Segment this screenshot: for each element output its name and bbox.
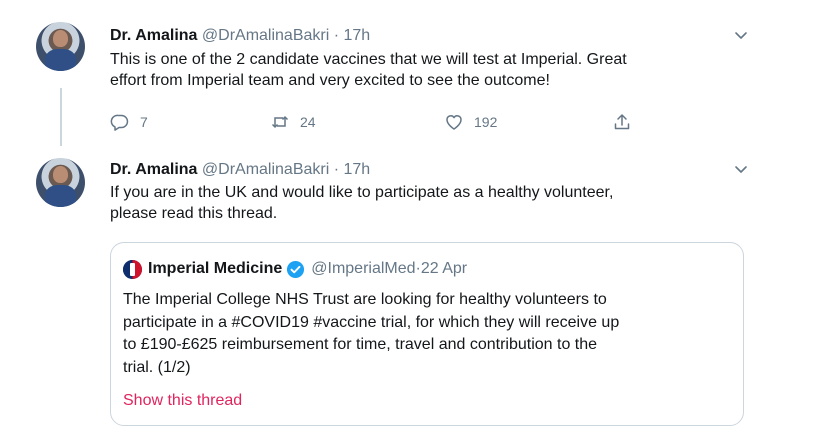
display-name[interactable]: Dr. Amalina [110,27,197,44]
tweet-text-line: please read this thread. [110,205,278,222]
reply-count: 7 [140,114,148,130]
quoted-tweet[interactable]: Imperial Medicine @ImperialMed · 22 Apr … [110,242,744,426]
like-button[interactable]: 192 [444,112,497,132]
user-handle[interactable]: @DrAmalinaBakri [202,161,329,178]
thread-connector [60,88,62,146]
display-name[interactable]: Dr. Amalina [110,161,197,178]
share-button[interactable] [612,112,642,132]
tweet-text-line: effort from Imperial team and very excit… [110,72,550,89]
reply-button[interactable]: 7 [110,112,148,132]
quoted-user-handle[interactable]: @ImperialMed [311,260,415,278]
retweet-icon [271,116,289,128]
chevron-down-icon[interactable] [733,161,749,177]
avatar[interactable] [36,158,85,207]
separator: · [329,27,344,44]
tweet-text: This is one of the 2 candidate vaccines … [110,49,627,91]
like-count: 192 [474,114,498,130]
tweet-header: Dr. Amalina @DrAmalinaBakri · 17h [110,160,370,180]
tweet-text: If you are in the UK and would like to p… [110,182,613,224]
heart-icon [446,115,462,130]
show-thread-link[interactable]: Show this thread [123,392,242,410]
imperial-logo[interactable] [123,259,142,279]
tweet-text-line: This is one of the 2 candidate vaccines … [110,51,627,68]
quoted-text-line: The Imperial College NHS Trust are looki… [123,291,607,308]
timestamp[interactable]: 17h [344,161,371,178]
retweet-count: 24 [300,114,316,130]
tweet-header: Dr. Amalina @DrAmalinaBakri · 17h [110,26,370,46]
quoted-text-line: trial. (1/2) [123,358,191,376]
tweet-actions: 7 24 192 [110,112,670,132]
quoted-display-name[interactable]: Imperial Medicine [148,260,282,278]
reply-icon [110,114,129,131]
tweet-text-line: If you are in the UK and would like to p… [110,184,614,201]
verified-badge-icon [287,260,305,278]
quoted-tweet-header: Imperial Medicine @ImperialMed · 22 Apr [123,259,467,279]
timestamp[interactable]: 17h [344,27,371,44]
share-icon [614,114,630,130]
separator: · [329,161,344,178]
retweet-button[interactable]: 24 [270,112,316,132]
avatar[interactable] [36,22,85,71]
chevron-down-icon[interactable] [733,27,749,43]
user-handle[interactable]: @DrAmalinaBakri [202,27,329,44]
quoted-text-line: participate in a #COVID19 #vaccine trial… [123,313,620,331]
quoted-text-line: to £190-£625 reimbursement for time, tra… [123,336,598,353]
quoted-date[interactable]: 22 Apr [421,260,467,278]
quoted-tweet-text: The Imperial College NHS Trust are looki… [123,289,619,379]
